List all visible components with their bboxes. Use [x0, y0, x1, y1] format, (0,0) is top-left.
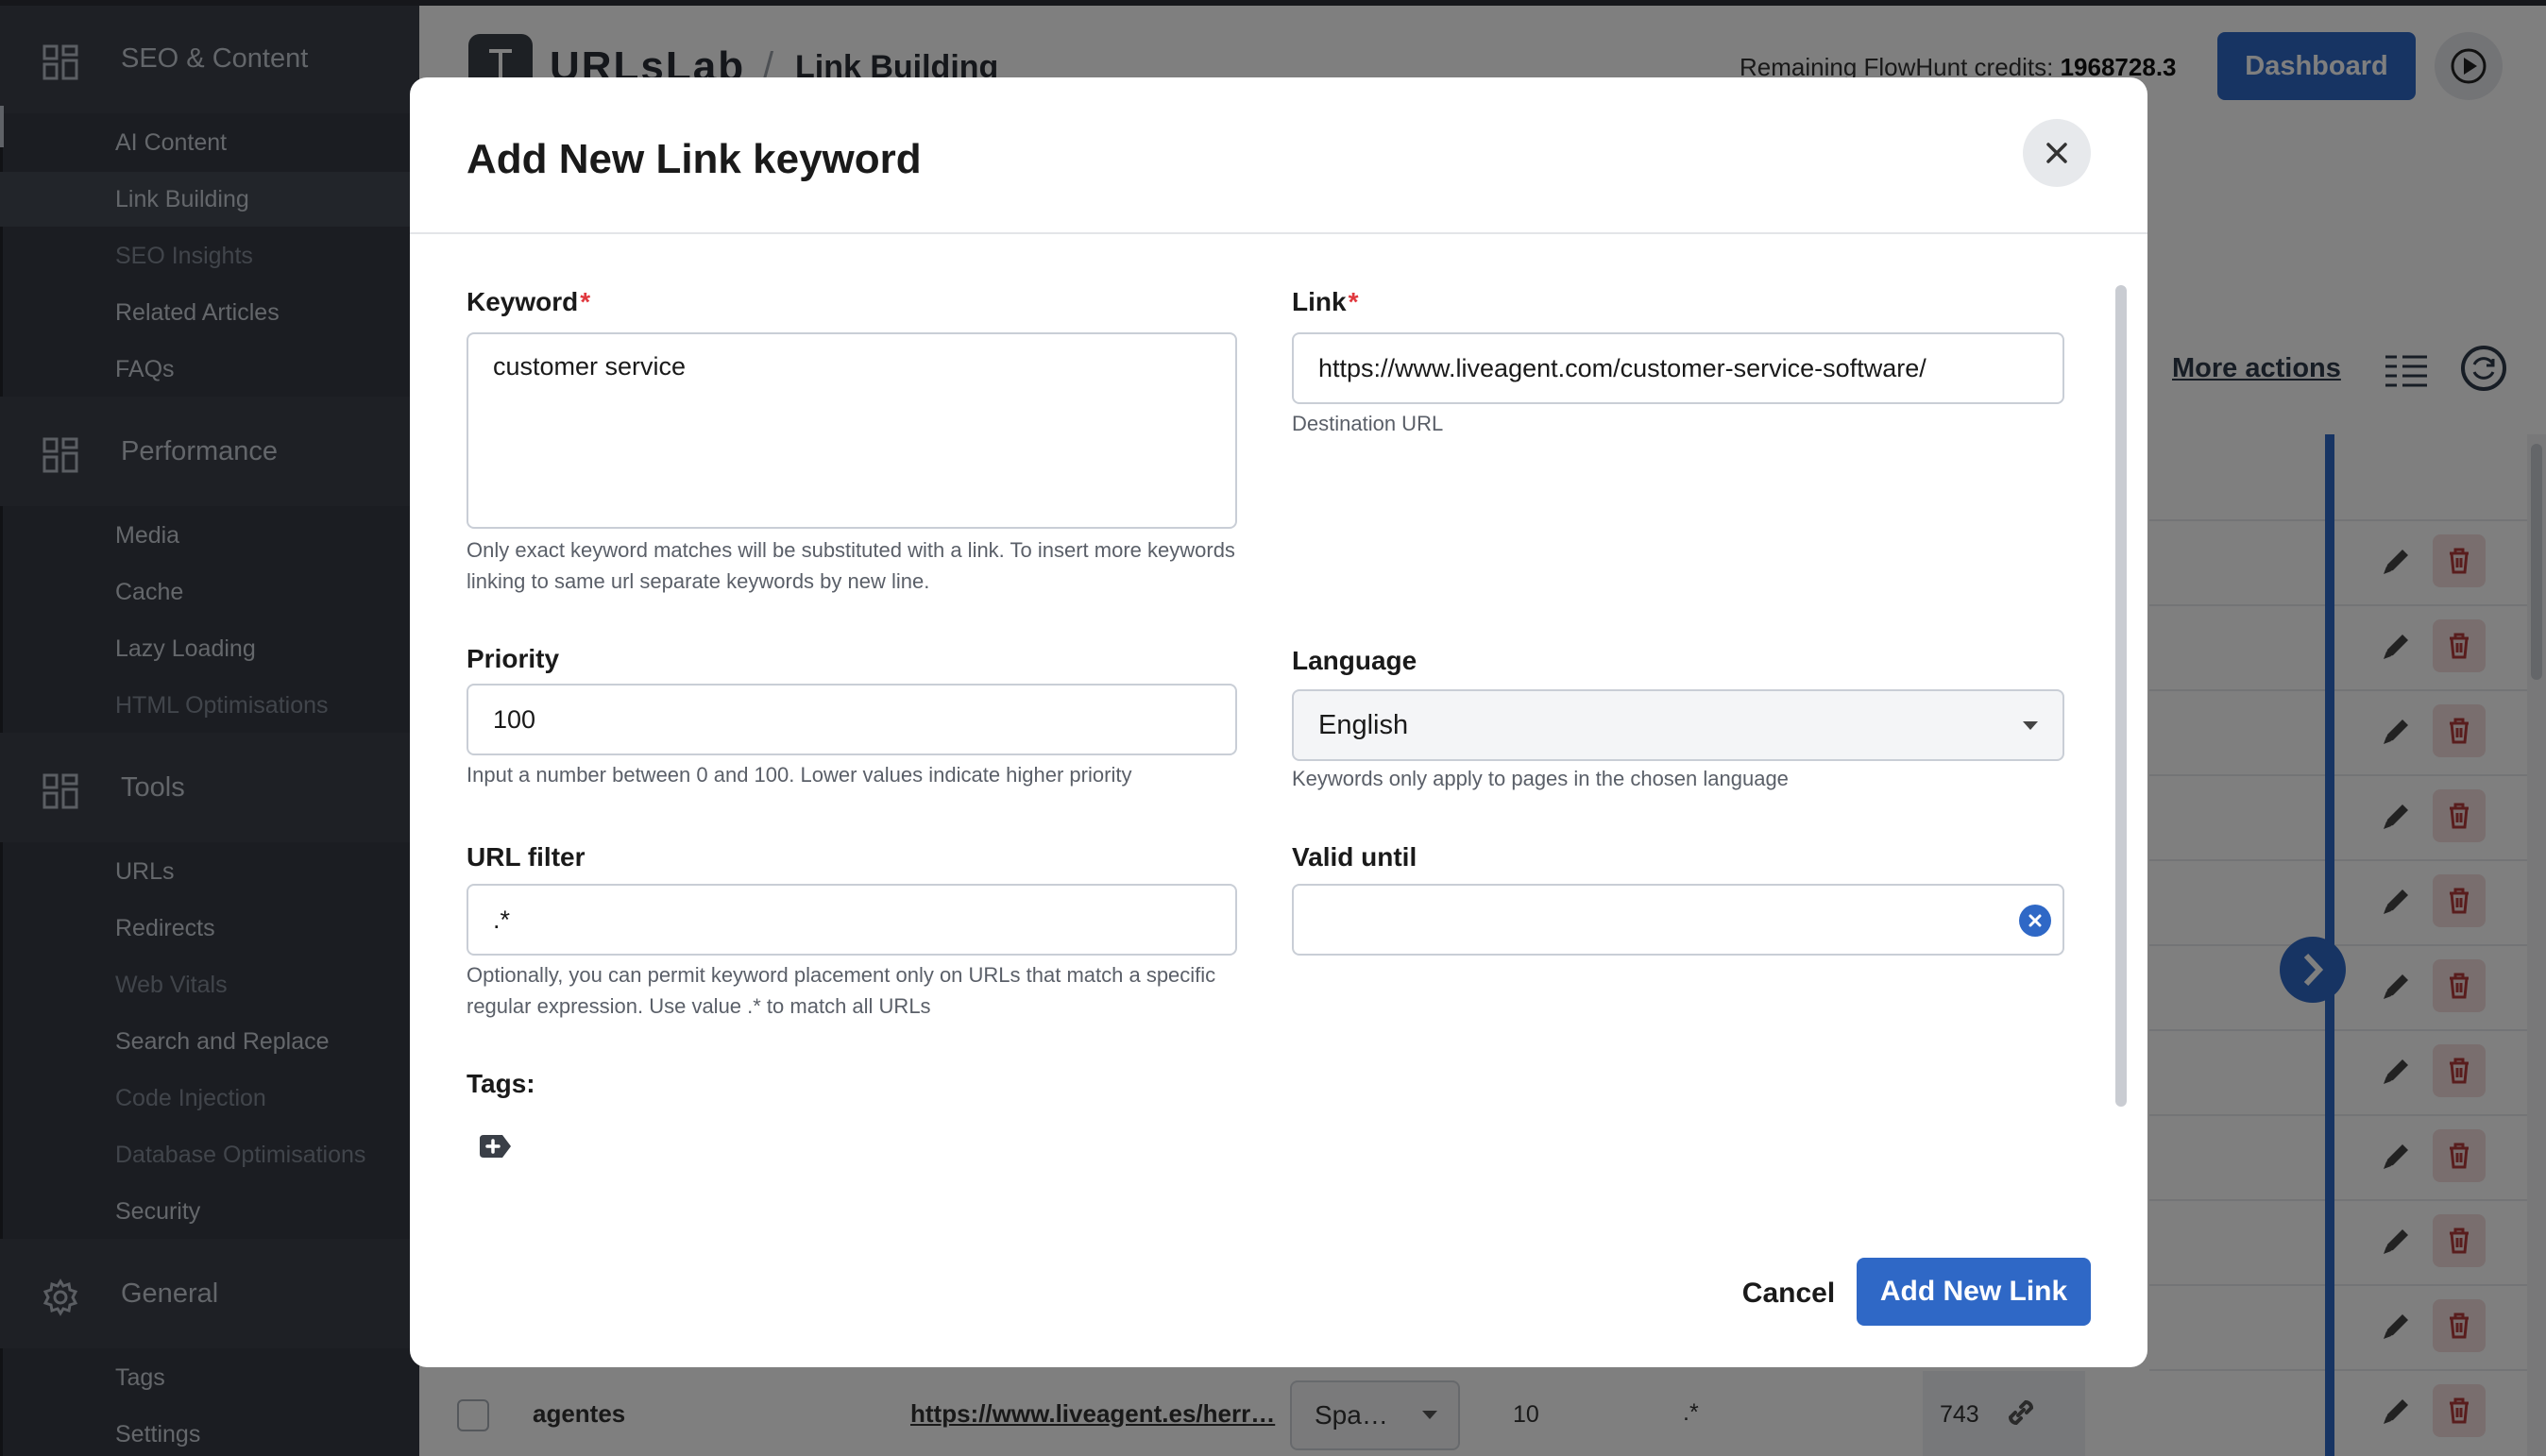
- close-icon: [2046, 143, 2067, 163]
- keyword-textarea[interactable]: [467, 332, 1237, 529]
- priority-label: Priority: [467, 644, 560, 673]
- add-new-link-button[interactable]: Add New Link: [1857, 1258, 2091, 1326]
- add-link-keyword-dialog: Add New Link keyword Keyword* Only exact…: [410, 77, 2147, 1367]
- clear-date-button[interactable]: [2019, 905, 2051, 937]
- keyword-help-text: Only exact keyword matches will be subst…: [467, 538, 1235, 593]
- language-label: Language: [1292, 646, 1417, 675]
- close-button[interactable]: [2023, 119, 2091, 187]
- dialog-scrollbar[interactable]: [2115, 285, 2127, 1107]
- priority-input[interactable]: [467, 684, 1237, 755]
- url-filter-input[interactable]: [467, 884, 1237, 956]
- caret-down-icon: [2023, 721, 2038, 730]
- clear-icon: [2028, 914, 2042, 927]
- cancel-button[interactable]: Cancel: [1694, 1260, 1883, 1328]
- dialog-title: Add New Link keyword: [467, 136, 922, 182]
- link-input[interactable]: [1292, 332, 2064, 404]
- priority-help-text: Input a number between 0 and 100. Lower …: [467, 763, 1132, 787]
- url-filter-help-text: Optionally, you can permit keyword place…: [467, 963, 1216, 1018]
- dialog-header-divider: [410, 232, 2147, 234]
- link-help-text: Destination URL: [1292, 412, 1444, 435]
- url-filter-label: URL filter: [467, 842, 586, 872]
- link-label: Link*: [1292, 287, 1359, 316]
- add-tag-icon[interactable]: [476, 1127, 514, 1165]
- valid-until-label: Valid until: [1292, 842, 1417, 872]
- language-select[interactable]: English: [1292, 689, 2064, 761]
- valid-until-date-input[interactable]: [1292, 884, 2064, 956]
- language-help-text: Keywords only apply to pages in the chos…: [1292, 767, 1789, 790]
- required-marker: *: [580, 287, 591, 316]
- required-marker: *: [1348, 287, 1359, 316]
- tags-label: Tags:: [467, 1069, 535, 1098]
- keyword-label: Keyword*: [467, 287, 591, 316]
- language-selected-value: English: [1318, 710, 1409, 740]
